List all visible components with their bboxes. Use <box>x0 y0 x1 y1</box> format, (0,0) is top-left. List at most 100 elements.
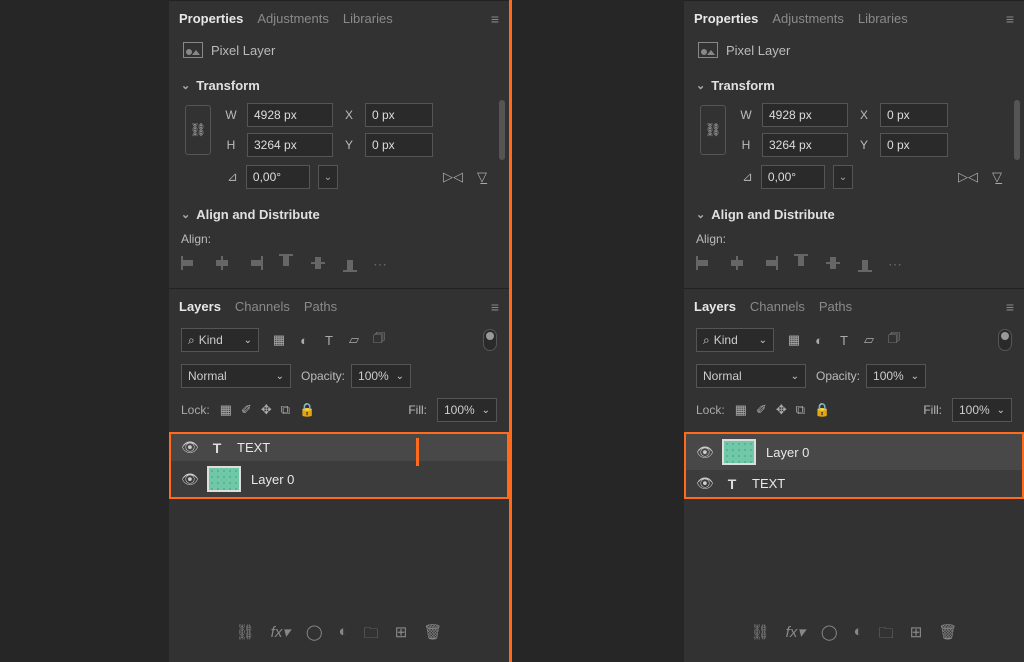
tab-channels[interactable]: Channels <box>750 297 805 316</box>
width-input[interactable] <box>762 103 848 127</box>
lock-paint-icon[interactable]: ✐ <box>756 402 767 418</box>
layer-name-label[interactable]: Layer 0 <box>766 445 809 460</box>
panel-menu-icon[interactable]: ≡ <box>491 299 499 315</box>
height-input[interactable] <box>762 133 848 157</box>
lock-artboard-icon[interactable]: ⧉ <box>796 402 805 418</box>
filter-shape-icon[interactable]: ▱ <box>346 332 362 348</box>
link-constrain-icon[interactable]: ⛓ <box>700 105 726 155</box>
align-bottom-icon[interactable] <box>858 254 872 272</box>
delete-layer-icon[interactable]: 🗑 <box>938 623 957 648</box>
align-header[interactable]: ⌄ Align and Distribute <box>696 203 1012 226</box>
layer-name-label[interactable]: Layer 0 <box>251 472 294 487</box>
filter-adjust-icon[interactable]: ◐ <box>811 332 827 348</box>
rotation-dropdown[interactable]: ⌄ <box>318 165 338 189</box>
height-input[interactable] <box>247 133 333 157</box>
layer-name-label[interactable]: TEXT <box>752 476 785 491</box>
filter-type-icon[interactable]: T <box>836 332 852 348</box>
lock-position-icon[interactable]: ✥ <box>261 402 272 418</box>
filter-pixel-icon[interactable]: ▦ <box>786 332 802 348</box>
align-more-icon[interactable]: ⋯ <box>888 256 906 270</box>
rotation-dropdown[interactable]: ⌄ <box>833 165 853 189</box>
tab-properties[interactable]: Properties <box>179 9 243 28</box>
tab-libraries[interactable]: Libraries <box>343 9 393 28</box>
panel-menu-icon[interactable]: ≡ <box>1006 299 1014 315</box>
lock-all-icon[interactable]: 🔒 <box>814 402 830 418</box>
align-vcenter-icon[interactable] <box>826 254 840 272</box>
panel-menu-icon[interactable]: ≡ <box>1006 11 1014 27</box>
align-top-icon[interactable] <box>794 254 808 272</box>
visibility-icon[interactable]: 👁 <box>181 471 197 488</box>
panel-scrollbar[interactable] <box>499 100 505 160</box>
fx-icon[interactable]: fx▾ <box>271 623 290 648</box>
filter-adjust-icon[interactable]: ◐ <box>296 332 312 348</box>
group-icon[interactable]: 🗀 <box>879 623 894 648</box>
filter-shape-icon[interactable]: ▱ <box>861 332 877 348</box>
transform-header[interactable]: ⌄ Transform <box>181 74 497 97</box>
flip-vertical-icon[interactable]: ▽̲ <box>992 169 1002 185</box>
filter-smart-icon[interactable]: 🗇 <box>371 332 387 348</box>
lock-all-icon[interactable]: 🔒 <box>299 402 315 418</box>
layer-row[interactable]: 👁 T TEXT <box>686 470 1022 497</box>
layer-row[interactable]: 👁 Layer 0 <box>686 434 1022 470</box>
align-vcenter-icon[interactable] <box>311 254 325 272</box>
fill-dropdown[interactable]: 100%⌄ <box>952 398 1012 422</box>
y-input[interactable] <box>365 133 433 157</box>
fill-dropdown[interactable]: 100%⌄ <box>437 398 497 422</box>
flip-horizontal-icon[interactable]: ▷◁ <box>958 169 978 185</box>
flip-horizontal-icon[interactable]: ▷◁ <box>443 169 463 185</box>
layer-row[interactable]: 👁 T TEXT <box>171 434 507 461</box>
tab-adjustments[interactable]: Adjustments <box>257 9 329 28</box>
align-bottom-icon[interactable] <box>343 254 357 272</box>
x-input[interactable] <box>880 103 948 127</box>
align-header[interactable]: ⌄ Align and Distribute <box>181 203 497 226</box>
visibility-icon[interactable]: 👁 <box>696 444 712 461</box>
align-left-icon[interactable] <box>696 256 714 270</box>
align-right-icon[interactable] <box>245 256 263 270</box>
delete-layer-icon[interactable]: 🗑 <box>423 623 442 648</box>
tab-libraries[interactable]: Libraries <box>858 9 908 28</box>
lock-paint-icon[interactable]: ✐ <box>241 402 252 418</box>
layer-kind-dropdown[interactable]: ⌕Kind⌄ <box>696 328 774 352</box>
lock-artboard-icon[interactable]: ⧉ <box>281 402 290 418</box>
layer-thumbnail[interactable] <box>722 439 756 465</box>
align-hcenter-icon[interactable] <box>728 256 746 270</box>
group-icon[interactable]: 🗀 <box>364 623 379 648</box>
tab-layers[interactable]: Layers <box>694 297 736 316</box>
filter-toggle[interactable] <box>998 329 1012 351</box>
tab-paths[interactable]: Paths <box>819 297 852 316</box>
mask-icon[interactable]: ◯ <box>306 623 323 648</box>
layer-thumbnail[interactable] <box>207 466 241 492</box>
panel-menu-icon[interactable]: ≡ <box>491 11 499 27</box>
adjustment-layer-icon[interactable]: ◐ <box>854 623 863 648</box>
layer-name-label[interactable]: TEXT <box>237 440 270 455</box>
blend-mode-dropdown[interactable]: Normal⌄ <box>181 364 291 388</box>
align-top-icon[interactable] <box>279 254 293 272</box>
rotation-input[interactable] <box>761 165 825 189</box>
flip-vertical-icon[interactable]: ▽̲ <box>477 169 487 185</box>
adjustment-layer-icon[interactable]: ◐ <box>339 623 348 648</box>
layer-row[interactable]: 👁 Layer 0 <box>171 461 507 497</box>
lock-position-icon[interactable]: ✥ <box>776 402 787 418</box>
new-layer-icon[interactable]: ⊞ <box>395 623 408 648</box>
align-left-icon[interactable] <box>181 256 199 270</box>
panel-scrollbar[interactable] <box>1014 100 1020 160</box>
filter-toggle[interactable] <box>483 329 497 351</box>
tab-adjustments[interactable]: Adjustments <box>772 9 844 28</box>
tab-layers[interactable]: Layers <box>179 297 221 316</box>
y-input[interactable] <box>880 133 948 157</box>
filter-pixel-icon[interactable]: ▦ <box>271 332 287 348</box>
new-layer-icon[interactable]: ⊞ <box>910 623 923 648</box>
layer-kind-dropdown[interactable]: ⌕Kind⌄ <box>181 328 259 352</box>
opacity-dropdown[interactable]: 100%⌄ <box>351 364 411 388</box>
align-hcenter-icon[interactable] <box>213 256 231 270</box>
link-layers-icon[interactable]: ⛓ <box>236 623 255 648</box>
tab-channels[interactable]: Channels <box>235 297 290 316</box>
mask-icon[interactable]: ◯ <box>821 623 838 648</box>
blend-mode-dropdown[interactable]: Normal⌄ <box>696 364 806 388</box>
width-input[interactable] <box>247 103 333 127</box>
lock-transparency-icon[interactable]: ▦ <box>735 402 747 418</box>
x-input[interactable] <box>365 103 433 127</box>
lock-transparency-icon[interactable]: ▦ <box>220 402 232 418</box>
visibility-icon[interactable]: 👁 <box>181 439 197 456</box>
opacity-dropdown[interactable]: 100%⌄ <box>866 364 926 388</box>
